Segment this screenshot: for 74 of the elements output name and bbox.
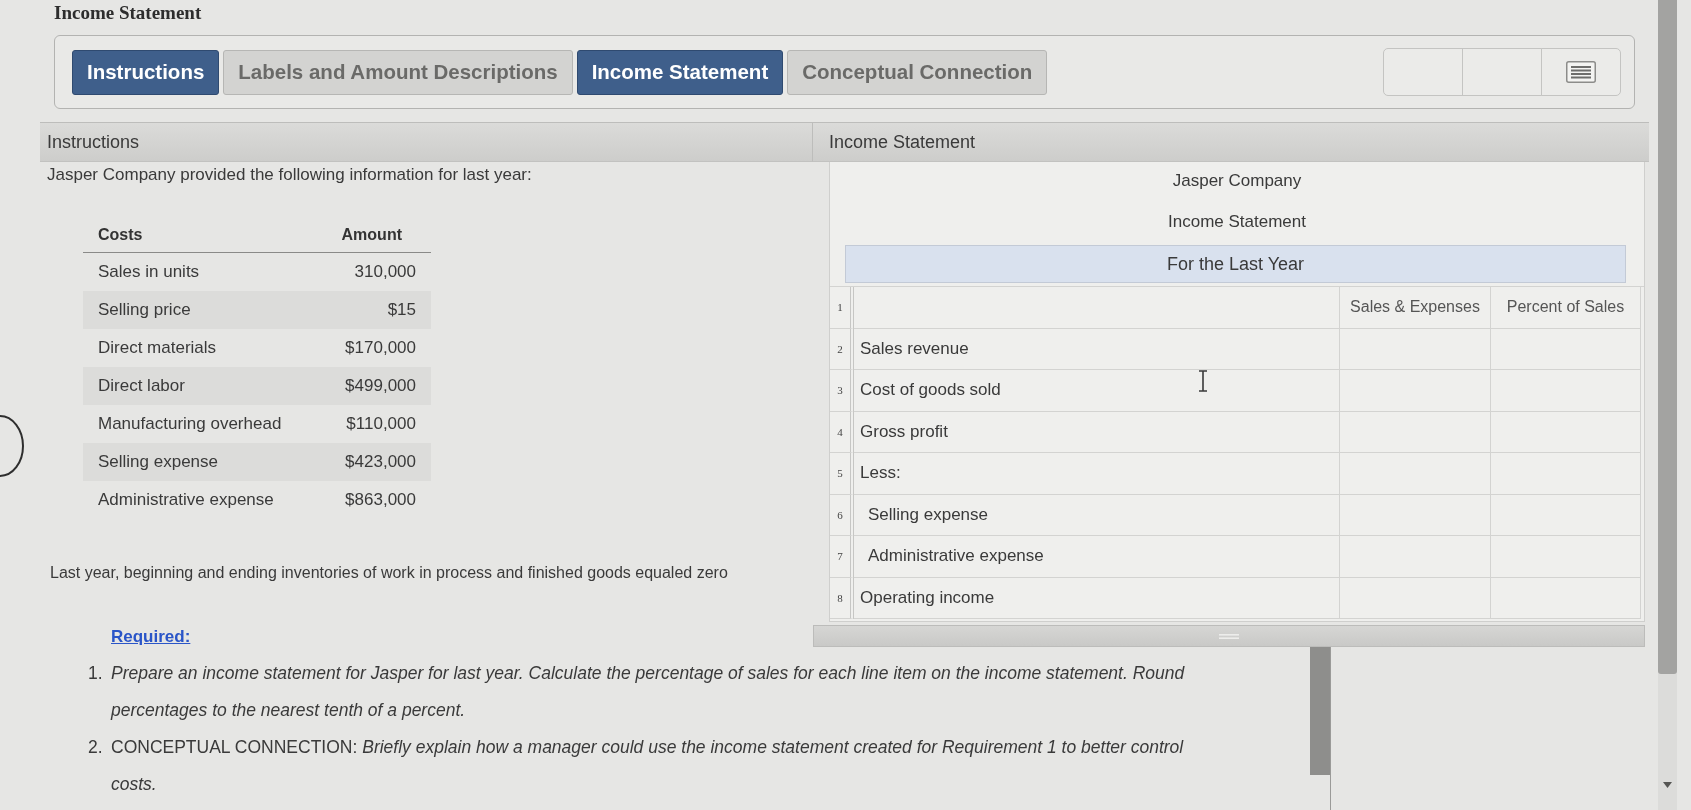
row-label: Sales revenue [854,328,1340,370]
table-cell: $110,000 [316,405,431,443]
scrollbar-thumb[interactable] [1658,0,1677,674]
amount-field[interactable] [1340,411,1491,453]
amount-field[interactable] [1340,453,1491,495]
tab[interactable]: Income Statement [576,49,784,95]
period-heading: For the Last Year [845,245,1626,283]
tab[interactable]: Instructions [72,49,220,95]
table-cell: $499,000 [316,367,431,405]
table-cell: Administrative expense [83,481,317,519]
row-number: 4 [830,411,854,453]
amount-field[interactable] [1340,328,1491,370]
note-text: Last year, beginning and ending inventories of work in process and finished goods equaled zero [50,563,728,583]
list-number: 2. [88,736,104,759]
percent-field[interactable] [1491,328,1641,370]
scrollbar-thumb[interactable] [1310,647,1330,775]
row-label: Gross profit [854,411,1340,453]
tab[interactable]: Conceptual Connection [787,49,1048,95]
company-name: Jasper Company [1172,171,1302,191]
table-cell: $170,000 [316,329,431,367]
table-cell: Direct materials [83,329,317,367]
percent-field[interactable] [1491,411,1641,453]
row-number: 8 [830,577,854,619]
row-label: Operating income [854,577,1340,619]
circle-outline-icon [0,415,24,477]
amount-field[interactable] [1340,577,1491,619]
grip-icon [1219,633,1239,639]
text-cursor-icon [1198,370,1208,392]
amount-field[interactable] [1340,494,1491,536]
column-header: Costs [83,218,317,253]
table-cell: Direct labor [83,367,317,405]
percent-field[interactable] [1491,577,1641,619]
table-cell: Manufacturing overhead [83,405,317,443]
requirement-text: Prepare an income statement for Jasper for last year. Calculate the percentage of sales for each line item on the income statement. Round percentages to the nearest tenth of a percent. [111,662,1186,722]
tab[interactable]: Labels and Amount Descriptions [223,49,573,95]
column-header: Percent of Sales [1491,287,1641,329]
percent-field[interactable] [1491,494,1641,536]
required-heading: Required: [111,627,191,647]
table-cell: $15 [316,291,431,329]
table-cell: Selling expense [83,443,317,481]
menu-icon [1566,61,1596,83]
table-cell: $863,000 [316,481,431,519]
column-header: Amount [316,218,431,253]
row-number: 3 [830,370,854,412]
statement-title: Income Statement [1168,212,1306,232]
percent-field[interactable] [1491,453,1641,495]
panel-header: Income Statement [813,122,1649,162]
intro-text: Jasper Company provided the following information for last year: [47,165,532,185]
table-cell: 310,000 [316,252,431,291]
resize-handle[interactable] [813,625,1645,647]
requirement-text: CONCEPTUAL CONNECTION: Briefly explain how a manager could use the income statement created for Requirement 1 to better control costs. [111,736,1185,796]
row-label: Selling expense [854,494,1340,536]
table-cell: $423,000 [316,443,431,481]
column-header: Sales & Expenses [1340,287,1491,329]
table-cell: Sales in units [83,252,317,291]
row-number: 1 [830,287,854,329]
row-number: 2 [830,328,854,370]
percent-field[interactable] [1491,370,1641,412]
caret-down-icon[interactable] [1663,782,1672,788]
panel-header: Instructions [40,122,813,162]
list-number: 1. [88,662,104,685]
row-label: Administrative expense [854,536,1340,578]
row-number: 6 [830,494,854,536]
page-title: Income Statement [54,1,203,25]
amount-field[interactable] [1340,536,1491,578]
percent-field[interactable] [1491,536,1641,578]
table-cell: Selling price [83,291,317,329]
amount-field[interactable] [1340,370,1491,412]
row-label: Cost of goods sold [854,370,1340,412]
row-label: Less: [854,453,1340,495]
menu-button[interactable] [1541,48,1621,96]
row-number: 5 [830,453,854,495]
toolbar-button[interactable] [1383,48,1463,96]
row-number: 7 [830,536,854,578]
